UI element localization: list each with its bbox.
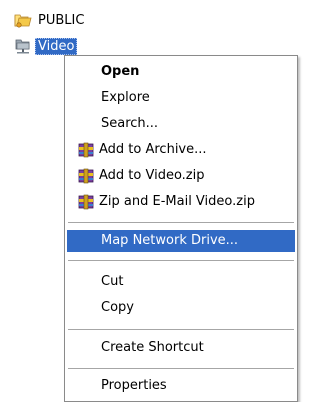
menu-separator	[68, 222, 294, 223]
folder-icon	[14, 11, 32, 29]
winrar-archive-icon	[78, 168, 94, 184]
tree-item-public[interactable]: PUBLIC	[0, 10, 87, 30]
menu-item-add-to-video-zip[interactable]: Add to Video.zip	[67, 165, 295, 187]
menu-item-label: Explore	[101, 90, 150, 105]
tree-item-video[interactable]: Video	[0, 36, 78, 56]
menu-item-label: Open	[101, 64, 140, 79]
menu-separator	[68, 329, 294, 330]
tree-item-label: Video	[35, 37, 78, 55]
menu-item-label: Create Shortcut	[101, 340, 204, 355]
menu-item-properties[interactable]: Properties	[67, 375, 295, 397]
menu-item-label: Cut	[101, 274, 124, 289]
menu-separator	[68, 368, 294, 369]
winrar-archive-icon	[78, 142, 94, 158]
menu-item-label: Copy	[101, 300, 134, 315]
winrar-archive-icon	[78, 194, 94, 210]
tree-item-label: PUBLIC	[38, 12, 85, 28]
menu-item-label: Zip and E-Mail Video.zip	[99, 194, 255, 209]
menu-item-label: Search...	[101, 116, 159, 131]
menu-item-label: Add to Video.zip	[99, 168, 205, 183]
menu-item-open[interactable]: Open	[67, 61, 295, 83]
menu-item-create-shortcut[interactable]: Create Shortcut	[67, 337, 295, 359]
menu-item-cut[interactable]: Cut	[67, 271, 295, 293]
menu-item-map-network-drive[interactable]: Map Network Drive...	[67, 230, 295, 252]
menu-item-explore[interactable]: Explore	[67, 87, 295, 109]
menu-item-add-to-archive[interactable]: Add to Archive...	[67, 139, 295, 161]
menu-separator	[68, 260, 294, 261]
menu-item-search[interactable]: Search...	[67, 113, 295, 135]
network-folder-icon	[14, 37, 32, 55]
menu-item-copy[interactable]: Copy	[67, 297, 295, 319]
menu-item-zip-and-email[interactable]: Zip and E-Mail Video.zip	[67, 191, 295, 213]
context-menu: Open Explore Search... Add to Archive...	[64, 55, 298, 402]
menu-item-label: Map Network Drive...	[101, 233, 239, 248]
menu-item-label: Add to Archive...	[99, 142, 207, 157]
menu-item-label: Properties	[101, 378, 167, 393]
